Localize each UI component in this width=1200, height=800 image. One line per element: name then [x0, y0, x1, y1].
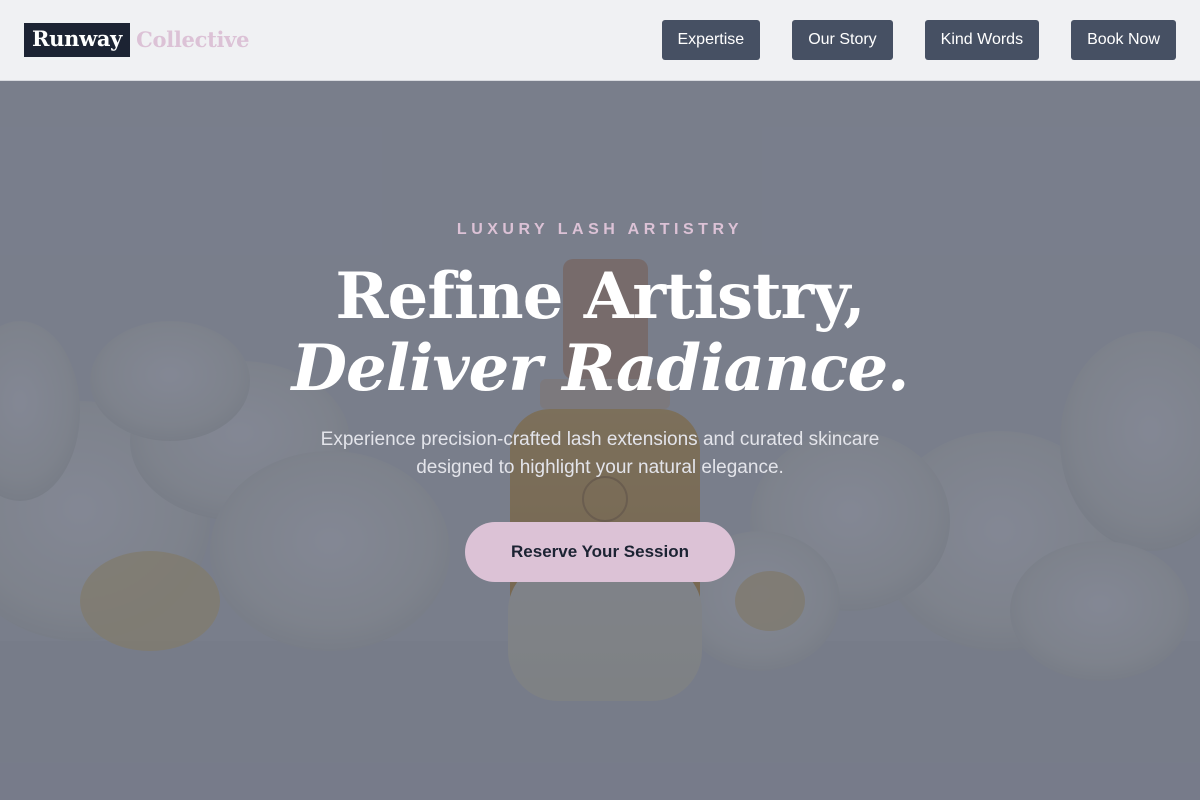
hero-eyebrow: LUXURY LASH ARTISTRY — [456, 221, 744, 238]
site-header: Runway Collective Expertise Our Story Ki… — [0, 0, 1200, 81]
nav-kind-words-button[interactable]: Kind Words — [924, 20, 1040, 60]
reserve-session-button[interactable]: Reserve Your Session — [465, 522, 735, 582]
brand-name-main: Runway — [24, 23, 131, 57]
hero-section: LUXURY LASH ARTISTRY Refine Artistry, De… — [0, 81, 1200, 800]
hero-headline-line2: Deliver Radiance. — [291, 331, 910, 406]
hero-headline-line1: Refine Artistry, — [335, 259, 865, 334]
nav-book-now-button[interactable]: Book Now — [1071, 20, 1176, 60]
brand-name-sub: Collective — [136, 27, 250, 52]
nav-our-story-button[interactable]: Our Story — [792, 20, 893, 60]
brand-logo[interactable]: Runway Collective — [24, 23, 249, 57]
nav-expertise-button[interactable]: Expertise — [661, 20, 761, 60]
main-nav: Expertise Our Story Kind Words Book Now — [661, 20, 1176, 60]
hero-content: LUXURY LASH ARTISTRY Refine Artistry, De… — [0, 81, 1200, 800]
hero-subtext: Experience precision-crafted lash extens… — [320, 429, 880, 478]
